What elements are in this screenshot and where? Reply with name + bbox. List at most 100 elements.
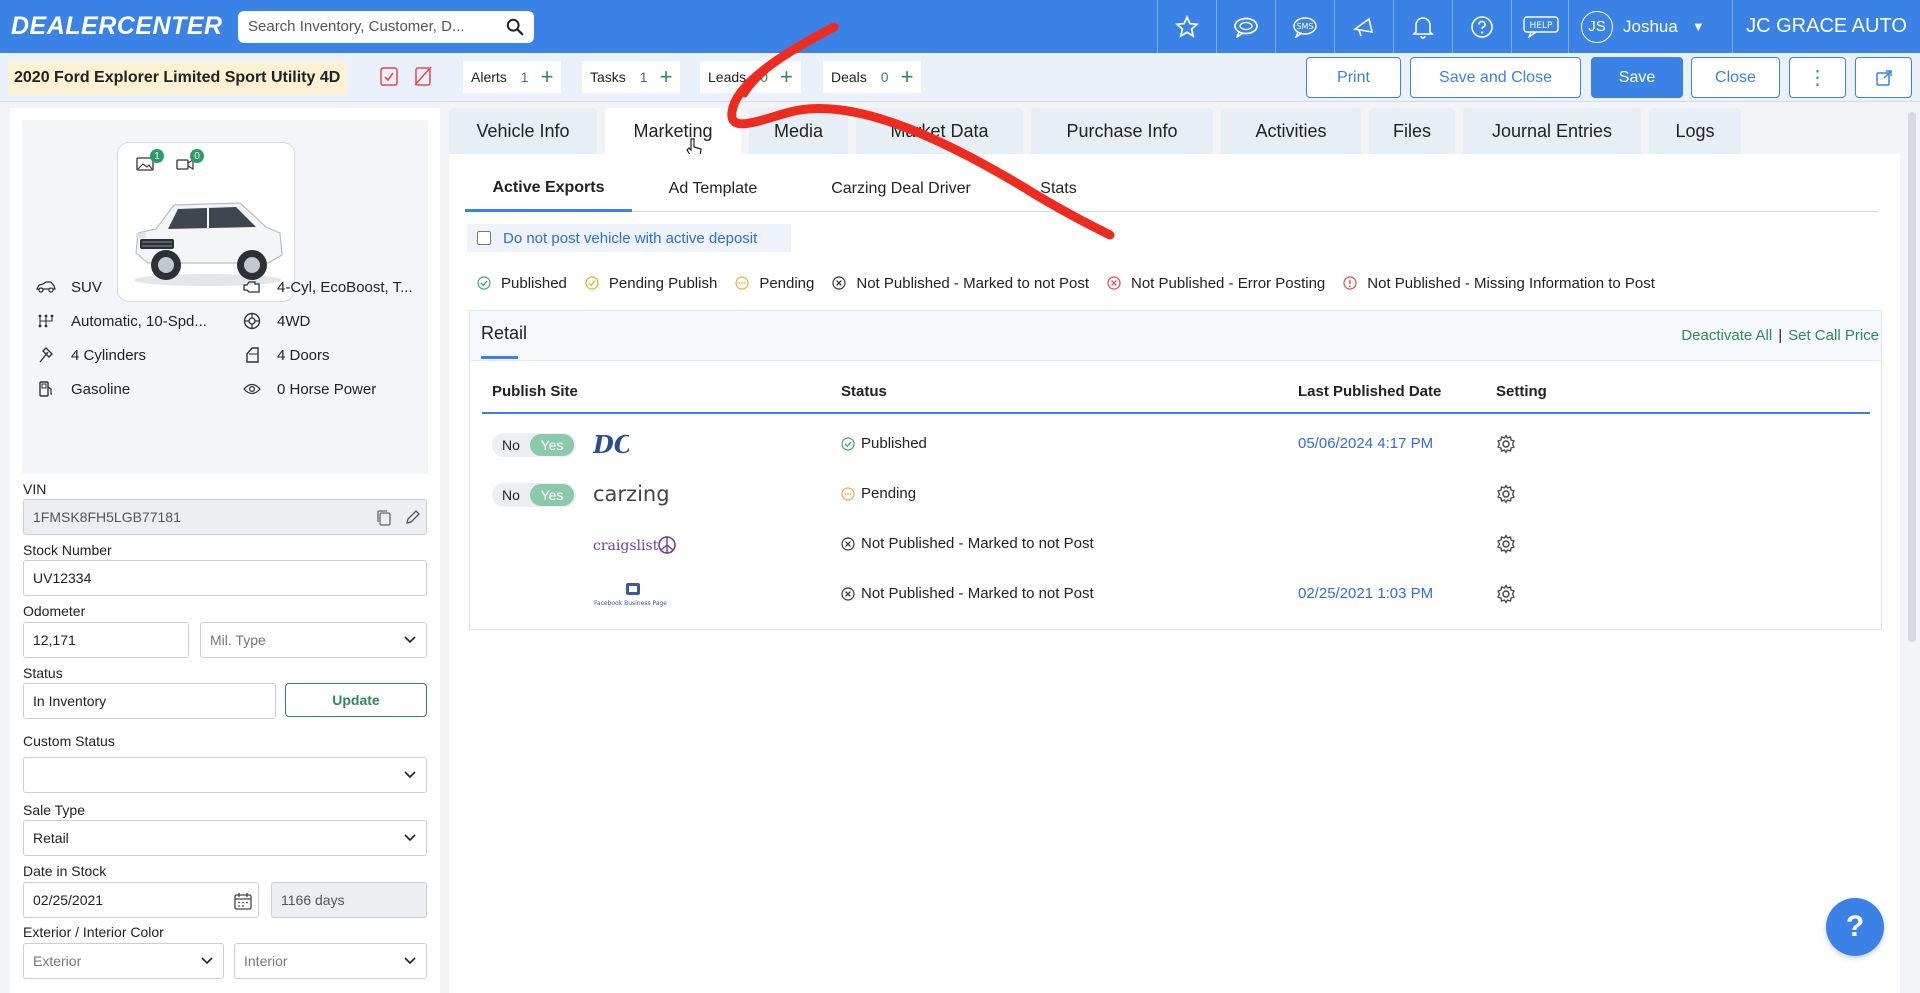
last-published-date[interactable]: 05/06/2024 4:17 PM xyxy=(1298,435,1433,452)
print-button[interactable]: Print xyxy=(1306,57,1401,98)
spec-horsepower: 0 Horse Power xyxy=(241,379,376,399)
update-status-button[interactable]: Update xyxy=(285,683,427,717)
user-menu[interactable]: JS Joshua ▼ xyxy=(1568,0,1732,53)
vehicle-header-bar: 2020 Ford Explorer Limited Sport Utility… xyxy=(0,53,1920,102)
help-icon[interactable]: HELP xyxy=(1511,0,1570,53)
tab-logs[interactable]: Logs xyxy=(1649,108,1741,154)
star-icon[interactable] xyxy=(1157,0,1216,53)
dealercenter-logo: DC xyxy=(593,430,629,460)
add-deal-icon[interactable]: + xyxy=(901,66,914,88)
x-circle-icon xyxy=(841,586,855,601)
user-name: Joshua xyxy=(1623,16,1678,36)
last-published-date[interactable]: 02/25/2021 1:03 PM xyxy=(1298,585,1433,602)
publish-toggle[interactable]: No Yes xyxy=(492,483,576,507)
page-scrollbar[interactable] xyxy=(1908,112,1916,642)
subtab-ad-template[interactable]: Ad Template xyxy=(632,166,794,212)
legend-pending: Pending xyxy=(735,275,814,292)
subtab-stats[interactable]: Stats xyxy=(1008,166,1109,212)
tab-journal-entries[interactable]: Journal Entries xyxy=(1463,108,1641,154)
spec-body-type: SUV xyxy=(35,277,102,297)
alerts-counter[interactable]: Alerts 1 + xyxy=(463,61,562,93)
tab-vehicle-info[interactable]: Vehicle Info xyxy=(449,108,597,154)
copy-icon[interactable] xyxy=(376,509,392,527)
chat-icon[interactable] xyxy=(1216,0,1275,53)
date-in-stock-field[interactable]: 02/25/2021 xyxy=(23,882,259,918)
mileage-type-select[interactable]: Mil. Type xyxy=(200,622,427,658)
color-label: Exterior / Interior Color xyxy=(23,924,164,940)
marketing-subtabs: Active Exports Ad Template Carzing Deal … xyxy=(465,166,1878,212)
spec-cylinders: 4 Cylinders xyxy=(35,345,146,365)
subtab-active-exports[interactable]: Active Exports xyxy=(465,166,632,212)
svg-text:carzing: carzing xyxy=(593,482,670,506)
set-call-price-link[interactable]: Set Call Price xyxy=(1788,327,1879,344)
external-link-icon xyxy=(1875,69,1892,86)
add-alert-icon[interactable]: + xyxy=(541,66,554,88)
tab-media[interactable]: Media xyxy=(749,108,848,154)
deposit-option[interactable]: Do not post vehicle with active deposit xyxy=(467,224,791,252)
retail-title-underline xyxy=(481,356,518,359)
search-icon[interactable] xyxy=(506,18,524,36)
more-options-button[interactable]: ⋮ xyxy=(1789,57,1846,98)
x-circle-icon xyxy=(841,536,855,551)
tab-files[interactable]: Files xyxy=(1369,108,1455,154)
door-icon xyxy=(241,345,263,365)
column-status: Status xyxy=(841,383,887,400)
tab-marketing[interactable]: Marketing xyxy=(605,108,741,154)
tab-market-data[interactable]: Market Data xyxy=(856,108,1023,154)
engine-icon xyxy=(241,277,263,297)
megaphone-icon[interactable] xyxy=(1334,0,1393,53)
deposit-checkbox[interactable] xyxy=(477,231,491,245)
tab-activities[interactable]: Activities xyxy=(1221,108,1361,154)
divider: | xyxy=(1778,327,1783,344)
global-search[interactable] xyxy=(238,10,534,43)
legend-error-posting: Not Published - Error Posting xyxy=(1107,275,1325,292)
deals-counter[interactable]: Deals 0 + xyxy=(823,61,922,93)
custom-status-label: Custom Status xyxy=(23,733,115,749)
help-chat-button[interactable]: ? xyxy=(1826,898,1884,956)
sale-type-select[interactable]: Retail xyxy=(23,820,427,856)
add-lead-icon[interactable]: + xyxy=(780,66,793,88)
row-status: Not Published - Marked to not Post xyxy=(841,535,1094,552)
close-button[interactable]: Close xyxy=(1691,57,1780,98)
table-row: Facebook Business Page Not Published - M… xyxy=(470,570,1881,620)
subtab-carzing-deal-driver[interactable]: Carzing Deal Driver xyxy=(794,166,1008,212)
checklist-icon[interactable] xyxy=(378,64,400,88)
deactivate-all-link[interactable]: Deactivate All xyxy=(1681,327,1772,344)
odometer-field[interactable]: 12,171 xyxy=(23,622,189,658)
no-document-icon[interactable] xyxy=(412,64,434,88)
custom-status-select[interactable] xyxy=(23,757,427,793)
save-and-close-button[interactable]: Save and Close xyxy=(1410,57,1581,98)
image-count-badge: 1 xyxy=(150,149,164,163)
sms-icon[interactable]: SMS xyxy=(1275,0,1334,53)
calendar-icon[interactable] xyxy=(234,892,252,910)
table-row: No Yes DC Published 05/06/2024 4:17 PM xyxy=(470,420,1881,470)
gear-icon[interactable] xyxy=(1496,534,1516,554)
question-icon[interactable] xyxy=(1452,0,1511,53)
stock-number-field[interactable]: UV12334 xyxy=(23,560,427,596)
edit-pencil-icon[interactable] xyxy=(405,509,421,525)
leads-counter[interactable]: Leads 0 + xyxy=(700,61,801,93)
dealer-selector[interactable]: JC GRACE AUTO xyxy=(1732,0,1920,53)
exterior-color-select[interactable]: Exterior xyxy=(23,943,224,979)
interior-color-select[interactable]: Interior xyxy=(234,943,427,979)
save-button[interactable]: Save xyxy=(1591,57,1683,98)
search-input[interactable] xyxy=(248,18,506,35)
avatar: JS xyxy=(1581,10,1613,43)
tab-purchase-info[interactable]: Purchase Info xyxy=(1031,108,1213,154)
vin-field[interactable]: 1FMSK8FH5LGB77181 xyxy=(23,499,427,535)
popout-button[interactable] xyxy=(1855,57,1912,98)
gear-icon[interactable] xyxy=(1496,584,1516,604)
tasks-counter[interactable]: Tasks 1 + xyxy=(582,61,681,93)
gear-icon[interactable] xyxy=(1496,484,1516,504)
retail-header: Retail Deactivate All | Set Call Price xyxy=(470,311,1881,361)
add-task-icon[interactable]: + xyxy=(660,66,673,88)
status-field[interactable]: In Inventory xyxy=(23,683,276,719)
app-logo[interactable]: DEALERCENTER xyxy=(11,12,222,41)
svg-text:DC: DC xyxy=(593,432,629,458)
check-circle-icon xyxy=(477,276,491,290)
publish-toggle[interactable]: No Yes xyxy=(492,433,576,457)
bell-icon[interactable] xyxy=(1393,0,1452,53)
dots-circle-icon xyxy=(841,486,855,501)
gear-icon[interactable] xyxy=(1496,434,1516,454)
legend-pending-publish: Pending Publish xyxy=(585,275,717,292)
